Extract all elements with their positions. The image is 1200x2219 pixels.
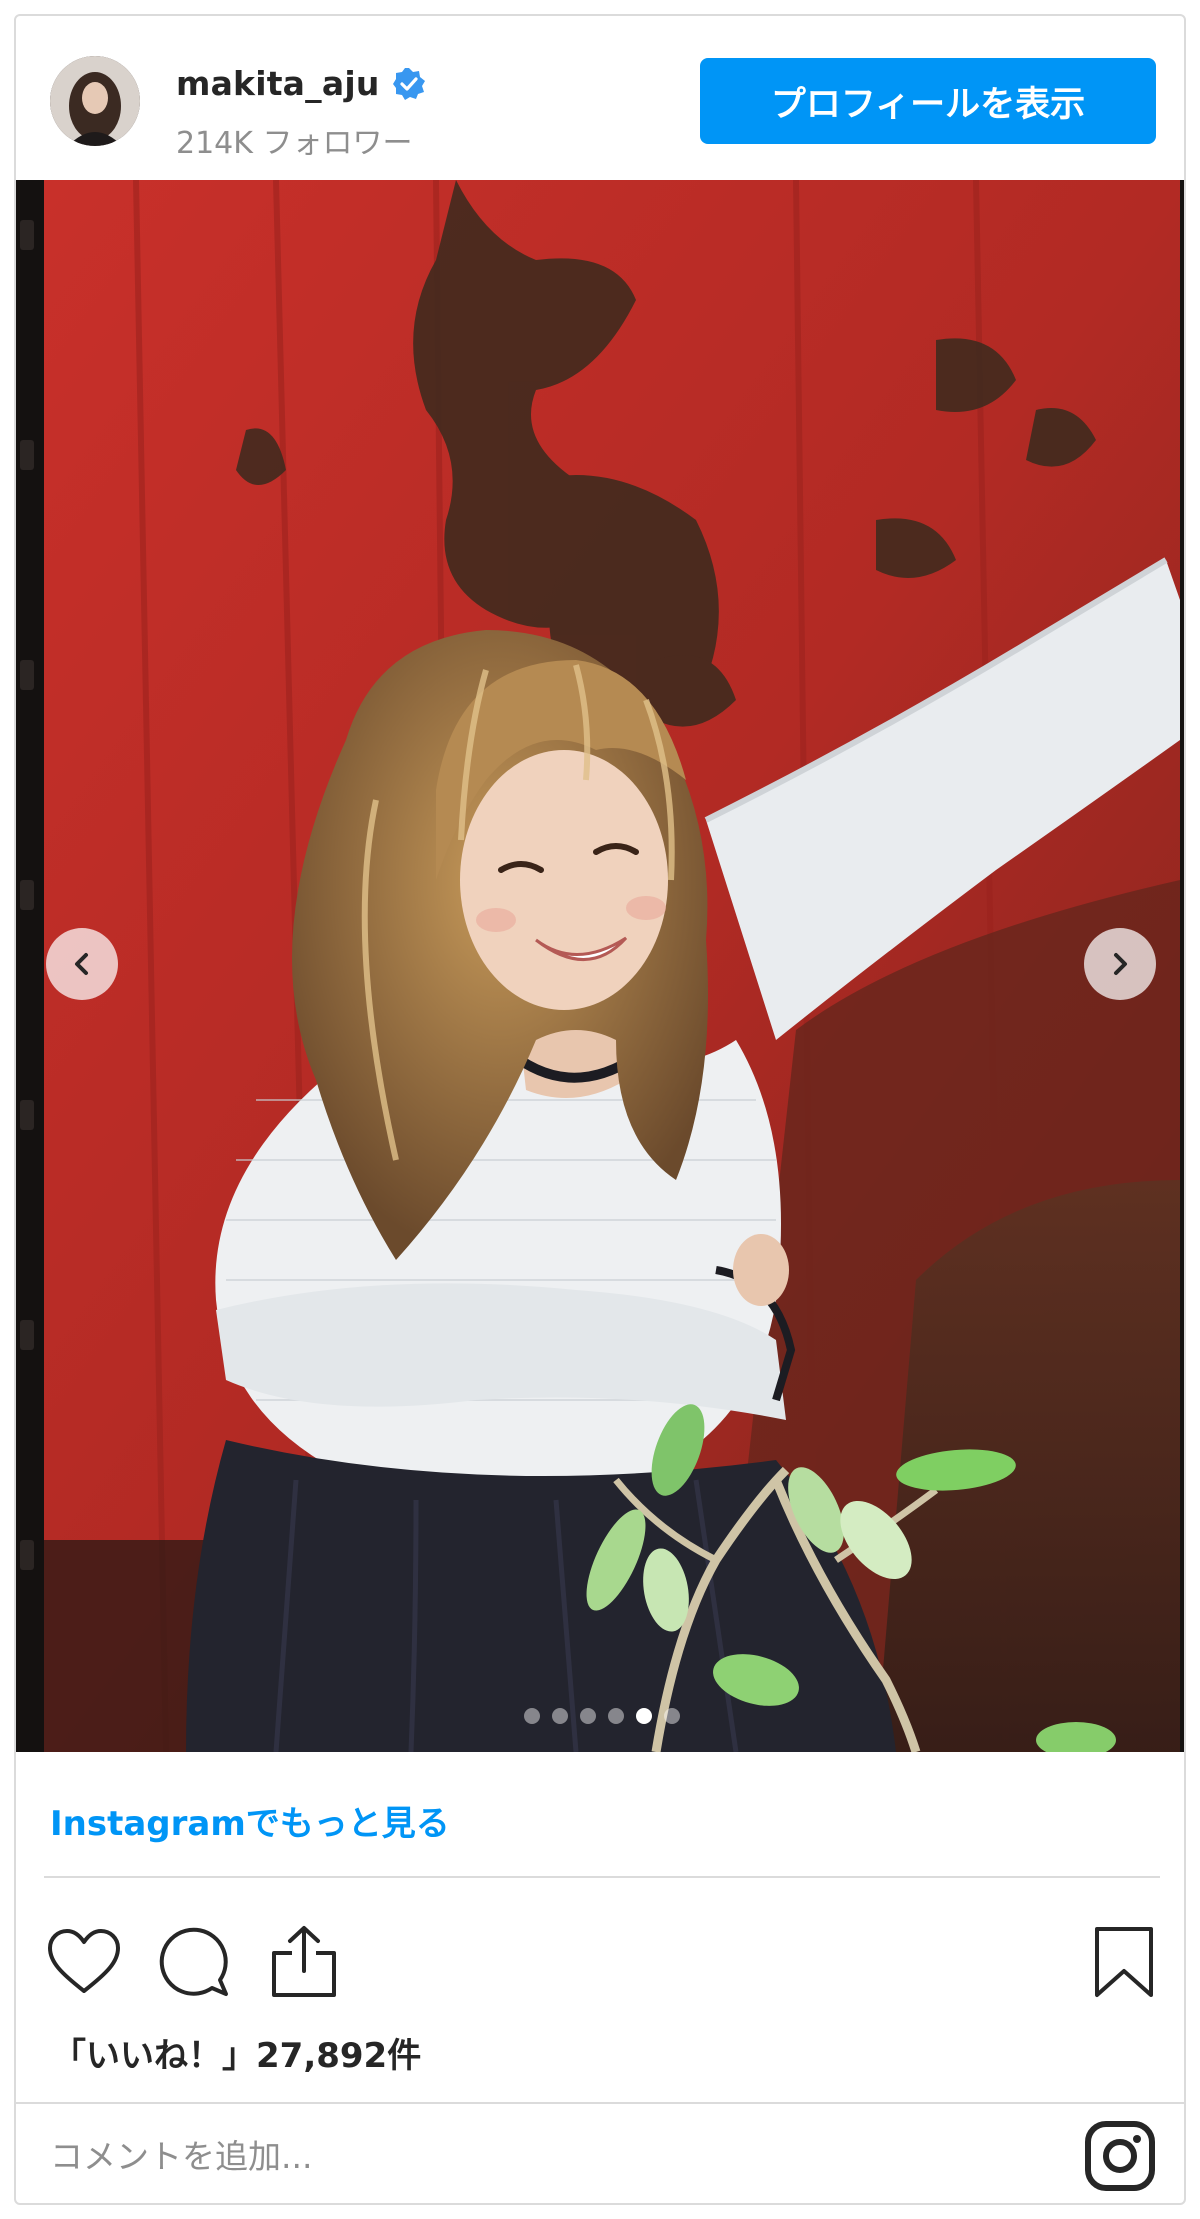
share-button[interactable] (264, 1922, 344, 2002)
view-profile-button[interactable]: プロフィールを表示 (700, 58, 1156, 144)
save-button[interactable] (1084, 1922, 1164, 2002)
comment-input[interactable] (50, 2122, 950, 2190)
share-icon (272, 1926, 336, 1997)
instagram-logo-link[interactable] (1084, 2120, 1156, 2192)
photo-image (16, 180, 1184, 1752)
action-bar (16, 1908, 1184, 2008)
post-photo[interactable] (16, 180, 1184, 1752)
carousel-dot (636, 1708, 652, 1724)
avatar[interactable] (50, 56, 140, 146)
view-more-on-instagram-link[interactable]: Instagramでもっと見る (50, 1796, 450, 1845)
carousel-dot (524, 1708, 540, 1724)
comment-bar (16, 2102, 1184, 2203)
comment-icon (159, 1927, 228, 1996)
like-count: 「いいね！」27,892件 (52, 2036, 422, 2076)
post-header: makita_aju 214K フォロワー プロフィールを表示 (16, 16, 1184, 180)
like-button[interactable] (44, 1922, 124, 2002)
chevron-left-icon (75, 953, 88, 975)
carousel-next-button[interactable] (1084, 928, 1156, 1000)
carousel-dot (552, 1708, 568, 1724)
instagram-embed-card: makita_aju 214K フォロワー プロフィールを表示 Instagra… (14, 14, 1186, 2205)
follower-count: 214K フォロワー (176, 126, 413, 161)
username[interactable]: makita_aju (176, 64, 380, 103)
verified-badge-icon (392, 67, 426, 101)
heart-icon (48, 1929, 120, 1993)
instagram-logo-icon (1085, 2121, 1155, 2191)
carousel-prev-button[interactable] (46, 928, 118, 1000)
carousel-dot (664, 1708, 680, 1724)
divider (44, 1876, 1160, 1878)
comment-button[interactable] (154, 1922, 234, 2002)
username-row: makita_aju (176, 64, 426, 103)
chevron-right-icon (1114, 953, 1127, 975)
carousel-dot (608, 1708, 624, 1724)
carousel-dot (580, 1708, 596, 1724)
bookmark-icon (1095, 1927, 1153, 1997)
carousel-indicator (16, 1708, 1184, 1724)
